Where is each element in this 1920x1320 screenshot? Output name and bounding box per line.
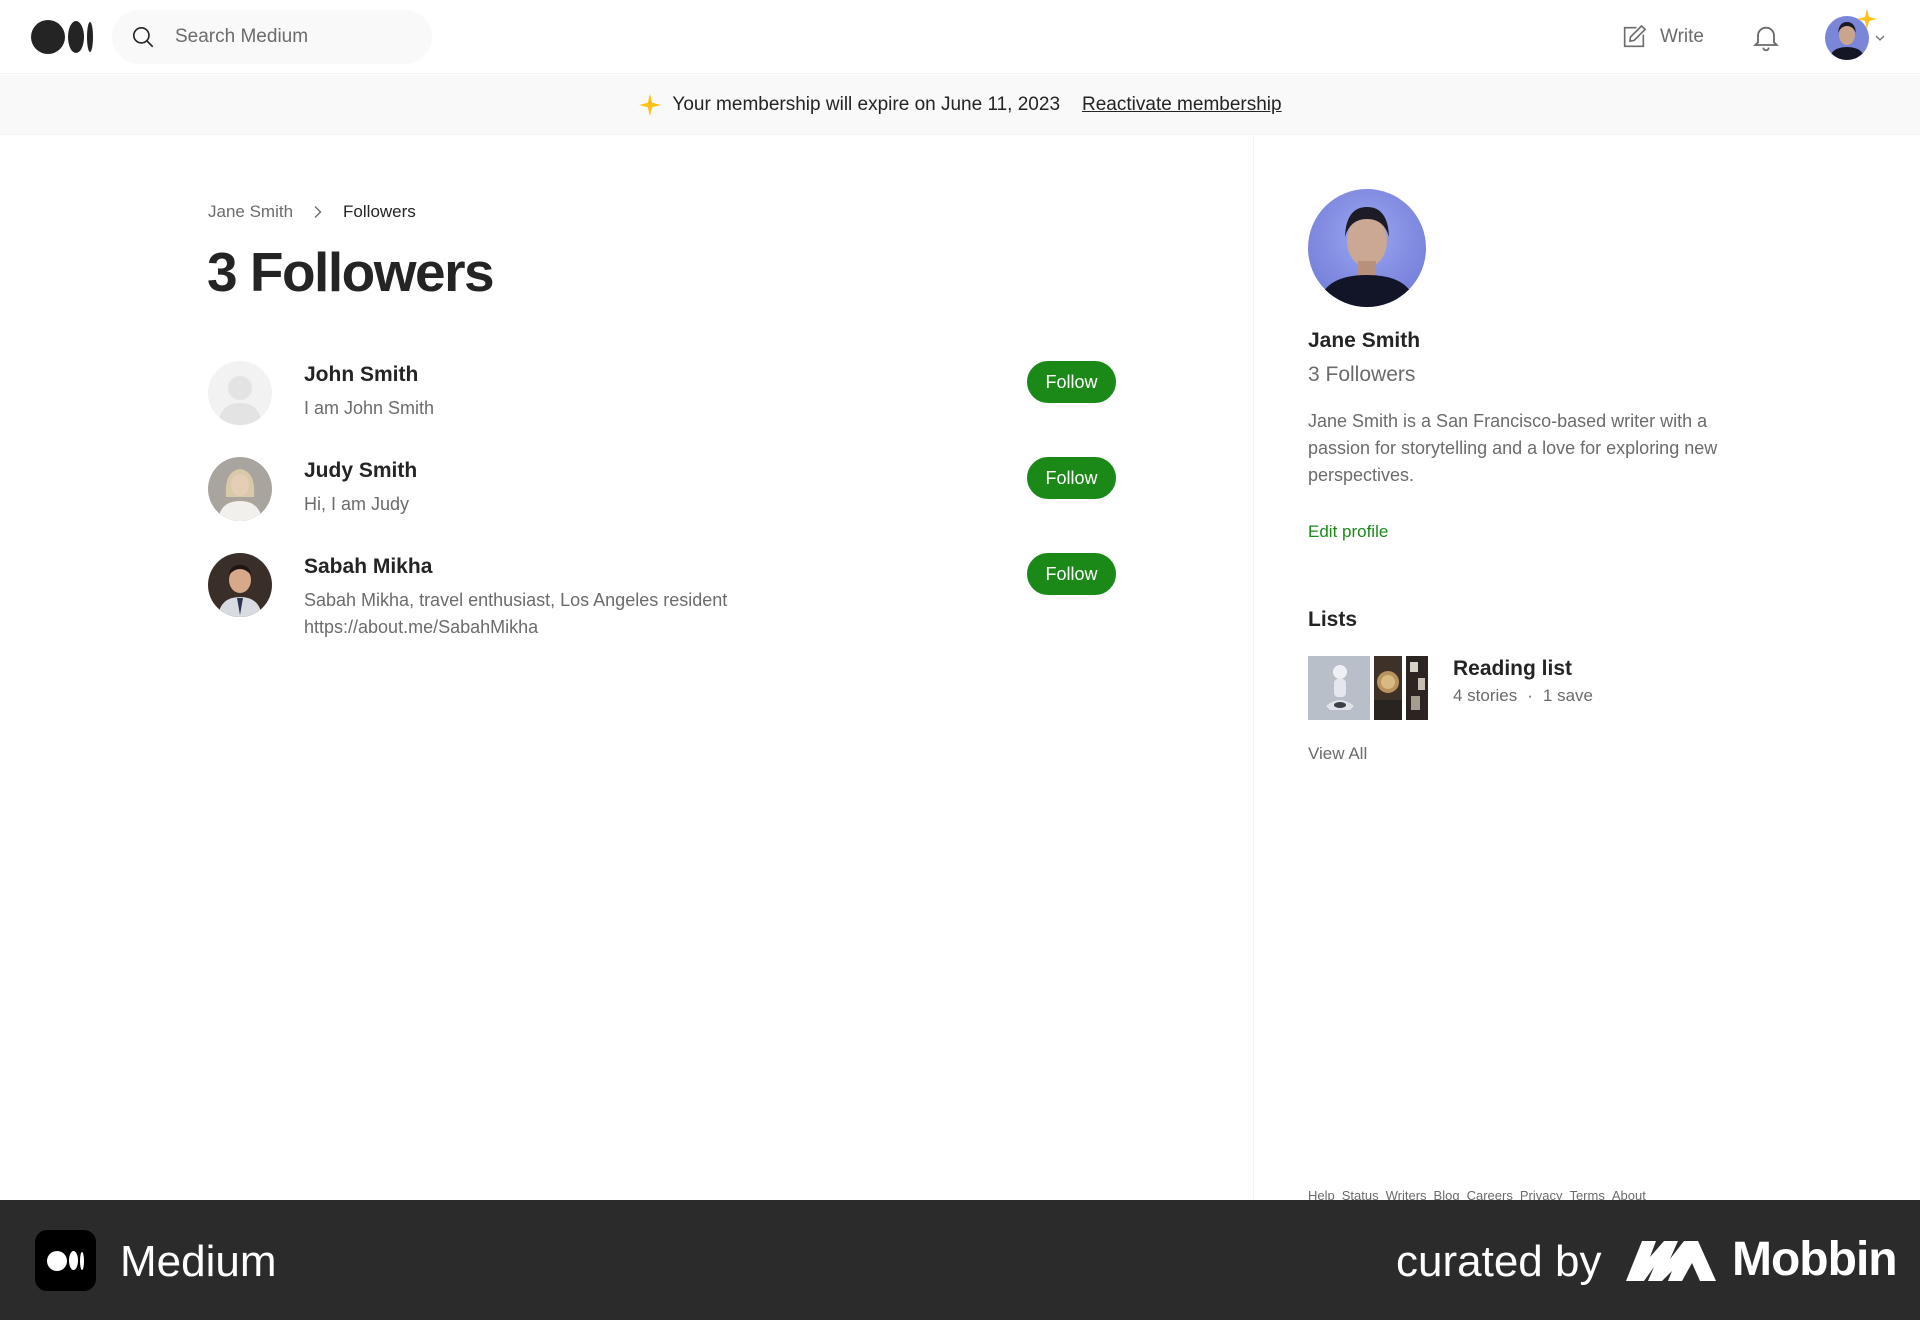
curated-by-label: curated by bbox=[1396, 1237, 1602, 1286]
top-navbar: Write bbox=[0, 0, 1920, 74]
reading-list-title[interactable]: Reading list bbox=[1453, 657, 1572, 681]
list-stories-count: 4 stories bbox=[1453, 686, 1518, 705]
page-title: 3 Followers bbox=[207, 241, 495, 303]
profile-name: Jane Smith bbox=[1308, 329, 1421, 352]
reading-list-thumbnails[interactable] bbox=[1308, 656, 1428, 720]
medium-app-icon bbox=[35, 1230, 96, 1291]
mobbin-wordmark: Mobbin bbox=[1732, 1232, 1898, 1286]
bell-icon[interactable] bbox=[1750, 20, 1782, 54]
follower-avatar[interactable] bbox=[208, 361, 272, 425]
follower-avatar[interactable] bbox=[208, 457, 272, 521]
footer-links: Help Status Writers Blog Careers Privacy… bbox=[1308, 1188, 1646, 1200]
breadcrumb-current: Followers bbox=[343, 202, 416, 221]
view-all-lists-link[interactable]: View All bbox=[1308, 744, 1367, 764]
follower-bio: Hi, I am Judy bbox=[304, 494, 410, 514]
medium-logo-icon[interactable] bbox=[31, 19, 93, 55]
chevron-down-icon bbox=[1875, 35, 1885, 41]
list-thumbnail bbox=[1374, 656, 1404, 720]
follower-name[interactable]: Sabah Mikha bbox=[304, 555, 432, 579]
user-menu[interactable] bbox=[1822, 8, 1888, 62]
follower-bio: I am John Smith bbox=[304, 398, 435, 418]
search-icon bbox=[132, 26, 154, 48]
app-name: Medium bbox=[120, 1237, 277, 1286]
footer-link-careers[interactable]: Careers bbox=[1467, 1188, 1513, 1200]
profile-bio: Jane Smith is a San Francisco-based writ… bbox=[1308, 411, 1718, 485]
lists-heading: Lists bbox=[1308, 608, 1358, 631]
search-bar[interactable] bbox=[112, 10, 432, 64]
write-label: Write bbox=[1660, 26, 1704, 47]
footer-link-terms[interactable]: Terms bbox=[1569, 1188, 1604, 1200]
follow-button[interactable]: Follow bbox=[1027, 457, 1116, 499]
column-divider bbox=[1253, 136, 1254, 1200]
write-icon bbox=[1623, 24, 1647, 48]
reading-list-meta: 4 stories · 1 save bbox=[1453, 686, 1593, 706]
footer-link-about[interactable]: About bbox=[1612, 1188, 1646, 1200]
follower-avatar[interactable] bbox=[208, 553, 272, 617]
follower-bio: Sabah Mikha, travel enthusiast, Los Ange… bbox=[304, 590, 728, 637]
follower-name[interactable]: Judy Smith bbox=[304, 459, 417, 483]
follow-button[interactable]: Follow bbox=[1027, 361, 1116, 403]
mobbin-brand: Mobbin bbox=[1626, 1232, 1898, 1286]
profile-followers-count[interactable]: 3 Followers bbox=[1308, 363, 1415, 387]
mobbin-logo-icon bbox=[1626, 1241, 1716, 1281]
meta-separator: · bbox=[1527, 686, 1533, 705]
write-button[interactable]: Write bbox=[1620, 20, 1704, 54]
footer-link-privacy[interactable]: Privacy bbox=[1520, 1188, 1563, 1200]
chevron-right-icon bbox=[314, 206, 322, 218]
list-saves-count: 1 save bbox=[1542, 686, 1594, 705]
sparkle-icon bbox=[1856, 8, 1878, 30]
search-input[interactable] bbox=[175, 10, 415, 64]
follower-name[interactable]: John Smith bbox=[304, 363, 418, 387]
list-thumbnail bbox=[1308, 656, 1372, 720]
footer-link-status[interactable]: Status bbox=[1342, 1188, 1379, 1200]
list-thumbnail bbox=[1406, 656, 1428, 720]
footer-link-help[interactable]: Help bbox=[1308, 1188, 1335, 1200]
breadcrumb: Jane Smith Followers bbox=[208, 202, 416, 222]
sparkle-icon bbox=[639, 93, 662, 116]
footer-link-writers[interactable]: Writers bbox=[1386, 1188, 1427, 1200]
reactivate-membership-link[interactable]: Reactivate membership bbox=[1082, 94, 1282, 116]
edit-profile-link[interactable]: Edit profile bbox=[1308, 522, 1388, 542]
footer-link-blog[interactable]: Blog bbox=[1434, 1188, 1460, 1200]
breadcrumb-parent-link[interactable]: Jane Smith bbox=[208, 202, 293, 222]
membership-banner: Your membership will expire on June 11, … bbox=[0, 75, 1920, 135]
follow-button[interactable]: Follow bbox=[1027, 553, 1116, 595]
profile-avatar[interactable] bbox=[1308, 189, 1426, 307]
membership-message: Your membership will expire on June 11, … bbox=[672, 93, 1061, 115]
